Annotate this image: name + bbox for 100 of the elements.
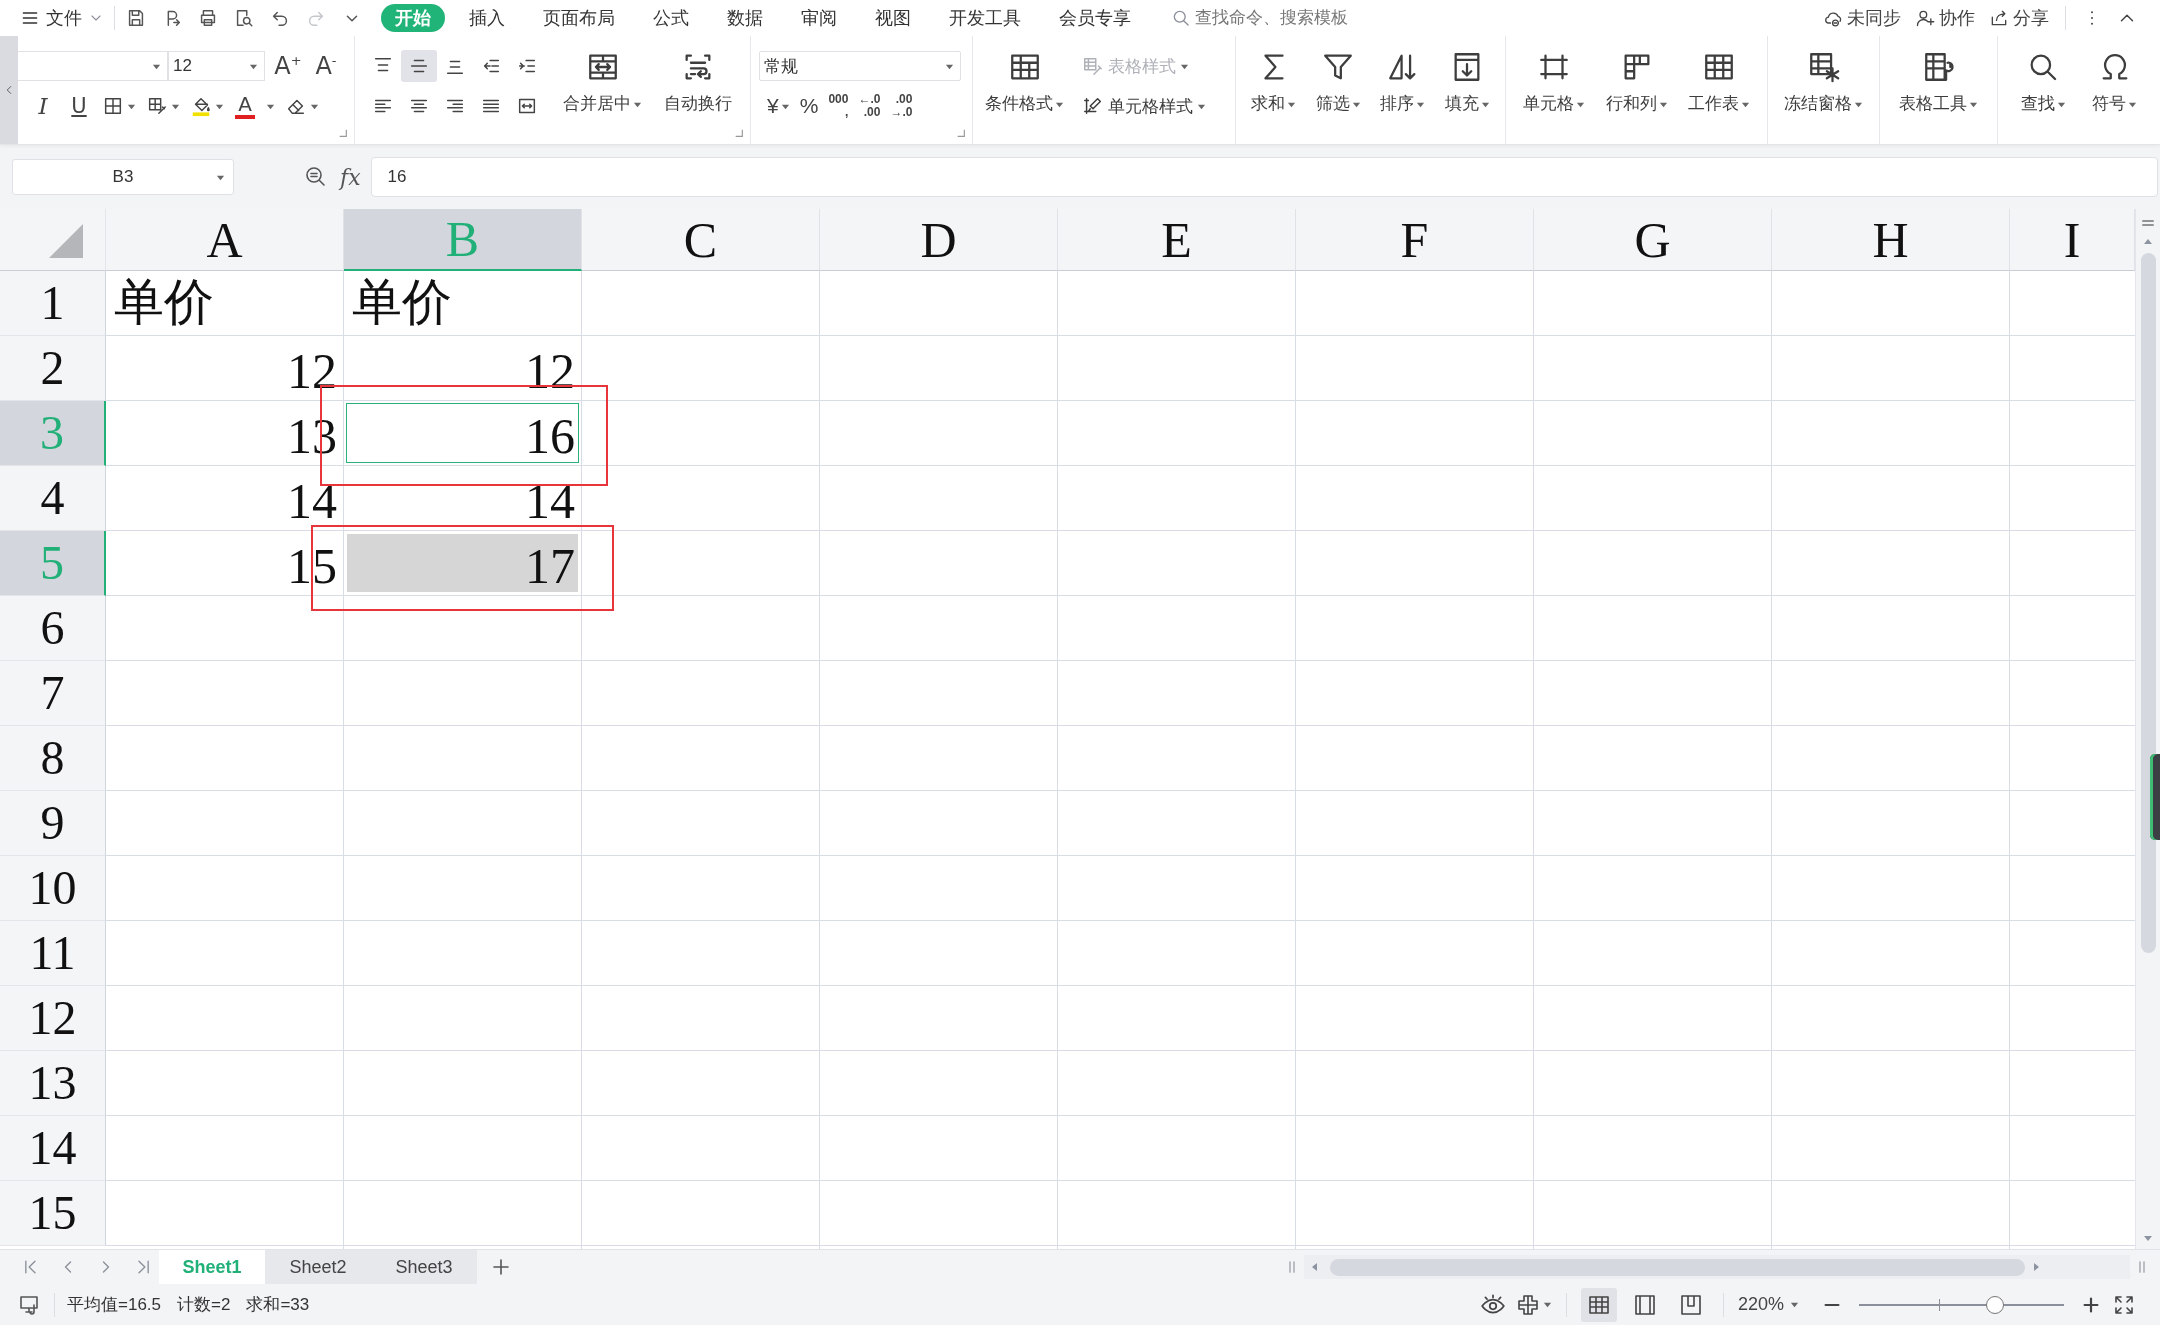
column-header[interactable]: G	[1534, 209, 1772, 271]
caret-icon	[216, 173, 225, 182]
symbol-button[interactable]: 符号	[2088, 50, 2142, 116]
triangle-icon	[49, 224, 83, 258]
column-header[interactable]: I	[2010, 209, 2135, 271]
currency-button[interactable]: ¥	[767, 90, 790, 122]
rows-columns-button[interactable]: 行和列	[1601, 50, 1672, 116]
scroll-left-icon[interactable]	[1310, 1262, 1320, 1272]
cell-style-button[interactable]: 单元格样式	[1082, 90, 1206, 122]
cell-brush-icon[interactable]	[146, 95, 168, 117]
row-header[interactable]: 15	[0, 1181, 106, 1246]
worksheet-button[interactable]: 工作表	[1684, 50, 1755, 116]
fill-button[interactable]: 填充	[1440, 50, 1494, 116]
row-header[interactable]: 1	[0, 271, 106, 336]
conditional-format-button[interactable]: 条件格式	[981, 50, 1068, 116]
decrease-decimal-button[interactable]: .00 →.0	[890, 90, 913, 122]
search-icon	[1171, 8, 1191, 28]
row-header[interactable]: 6	[0, 596, 106, 661]
column-header[interactable]: A	[106, 209, 344, 271]
table-cell-text: 单价	[351, 273, 453, 332]
number-format-field[interactable]: 常规	[759, 51, 961, 81]
grow-font-button[interactable]: A$^{+}$	[273, 51, 303, 81]
column-header[interactable]: C	[582, 209, 820, 271]
column-header[interactable]: H	[1772, 209, 2010, 271]
dialog-launcher-icon[interactable]	[338, 128, 348, 138]
wrap-text-button[interactable]: 自动换行	[660, 50, 736, 116]
row-header[interactable]: 4	[0, 466, 106, 531]
caret-icon[interactable]	[1542, 1300, 1552, 1309]
border-grid-icon[interactable]	[102, 95, 124, 117]
row-header[interactable]: 8	[0, 726, 106, 791]
shrink-font-button[interactable]: A$^{-}$	[311, 51, 341, 81]
increase-decimal-button[interactable]: ←.0 .00	[858, 90, 881, 122]
row-header[interactable]: 9	[0, 791, 106, 856]
underline-bar-icon	[235, 114, 255, 119]
row-header[interactable]: 2	[0, 336, 106, 401]
font-size-field[interactable]: 12	[168, 51, 265, 81]
table-cell-text: 14	[524, 472, 576, 530]
name-box[interactable]: B3	[12, 159, 234, 195]
row-header[interactable]: 13	[0, 1051, 106, 1116]
slider-thumb[interactable]	[1986, 1295, 2005, 1314]
table-cell: 16	[344, 401, 581, 465]
row-header[interactable]: 14	[0, 1116, 106, 1181]
zoom-level-dropdown[interactable]: 220%	[1737, 1294, 1799, 1315]
table-tools-button[interactable]: 表格工具	[1895, 50, 1982, 116]
row-header[interactable]: 7	[0, 661, 106, 726]
search-field[interactable]: 查找命令、搜索模板	[1171, 4, 1385, 32]
collaborate-button[interactable]: 协作	[1915, 6, 1975, 30]
column-header[interactable]: F	[1296, 209, 1534, 271]
filter-button[interactable]: 筛选	[1311, 50, 1365, 116]
freeze-panes-button[interactable]: 冻结窗格	[1780, 50, 1867, 116]
horizontal-scrollbar[interactable]	[1304, 1255, 2130, 1279]
ribbon-tab[interactable]: 开发工具	[935, 4, 1035, 32]
formula-input[interactable]: 16	[370, 157, 2158, 197]
ribbon-tab[interactable]: 审阅	[787, 4, 851, 32]
ribbon-tab[interactable]: 插入	[455, 4, 519, 32]
dialog-launcher-icon[interactable]	[734, 128, 744, 138]
row-header[interactable]: 11	[0, 921, 106, 986]
font-name-field[interactable]	[18, 51, 168, 81]
side-handle-icon[interactable]	[2150, 754, 2160, 840]
italic-button[interactable]: I	[30, 91, 56, 121]
merge-center-button[interactable]: 合并居中	[559, 50, 646, 116]
sync-status-button[interactable]: 未同步	[1823, 6, 1901, 30]
underline-button[interactable]: U	[66, 91, 92, 121]
row-header[interactable]: 10	[0, 856, 106, 921]
find-button[interactable]: 查找	[2016, 50, 2070, 116]
sheet-tab[interactable]: Sheet2	[265, 1250, 371, 1284]
percent-button[interactable]: %	[799, 90, 819, 122]
cell-button[interactable]: 单元格	[1518, 50, 1589, 116]
table-cell-text: 单价	[113, 273, 215, 332]
scroll-up-icon[interactable]	[2143, 237, 2153, 247]
ribbon-tab[interactable]: 公式	[639, 4, 703, 32]
file-menu-button[interactable]: 文件	[20, 3, 104, 33]
zoom-icon[interactable]	[304, 165, 328, 189]
ribbon-tab[interactable]: 会员专享	[1045, 4, 1145, 32]
paint-bucket-icon[interactable]	[190, 95, 212, 117]
sheet-tab[interactable]: Sheet3	[371, 1250, 477, 1284]
ribbon-tab[interactable]: 数据	[713, 4, 777, 32]
cell-style-icon	[1082, 95, 1104, 117]
scroll-thumb[interactable]	[2140, 253, 2156, 953]
table-cell: 17	[344, 531, 581, 595]
scroll-right-icon[interactable]	[2031, 1262, 2041, 1272]
caret-icon	[1790, 1300, 1799, 1309]
dialog-launcher-icon[interactable]	[956, 128, 966, 138]
column-header[interactable]: E	[1058, 209, 1296, 271]
share-button[interactable]: 分享	[1989, 6, 2049, 30]
column-header[interactable]: D	[820, 209, 1058, 271]
zoom-slider[interactable]	[1859, 1295, 2064, 1314]
cross-grid-icon[interactable]	[1515, 1292, 1540, 1317]
font-color-button[interactable]: A	[234, 91, 256, 121]
normal-view-button[interactable]	[1580, 1287, 1617, 1322]
thousands-button[interactable]: 000 ,	[828, 90, 849, 122]
function-label[interactable]: fx	[340, 164, 361, 190]
ribbon-tab[interactable]: 视图	[861, 4, 925, 32]
align-middle-button[interactable]	[401, 50, 437, 82]
row-header[interactable]: 12	[0, 986, 106, 1051]
scroll-down-icon[interactable]	[2143, 1233, 2153, 1243]
sort-button[interactable]: 排序	[1376, 50, 1430, 116]
sum-button[interactable]: 求和	[1247, 50, 1301, 116]
ribbon-tab[interactable]: 页面布局	[529, 4, 629, 32]
vertical-scrollbar[interactable]	[2135, 209, 2160, 1249]
